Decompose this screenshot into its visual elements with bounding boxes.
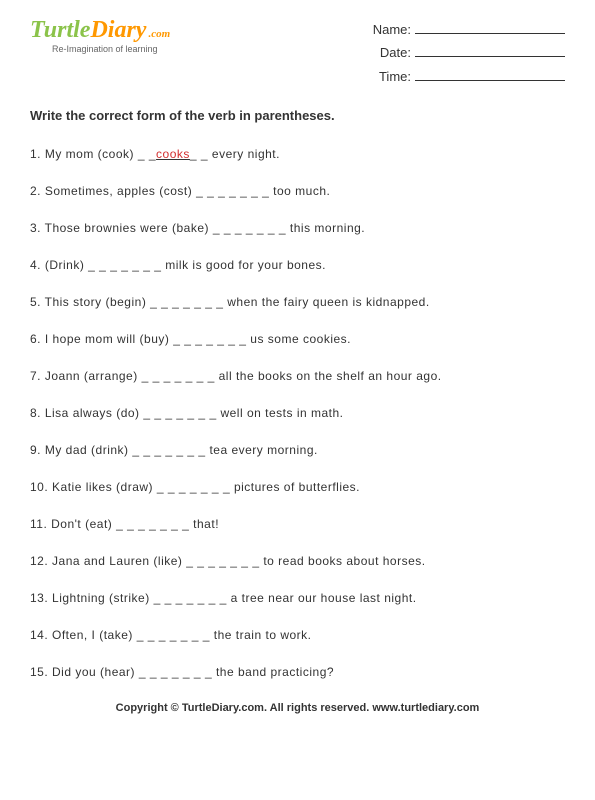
answer-blank[interactable]: _ _ _ _ _ _ _	[116, 517, 189, 531]
logo: TurtleDiary.com	[30, 18, 170, 42]
question-number: 6.	[30, 332, 45, 346]
question-text-before: Jana and Lauren (like)	[52, 554, 186, 568]
question-text-after: pictures of butterflies.	[230, 480, 360, 494]
question-item: 2. Sometimes, apples (cost) _ _ _ _ _ _ …	[30, 184, 565, 198]
name-label: Name:	[373, 22, 411, 37]
question-text-before: Those brownies were (bake)	[45, 221, 213, 235]
date-field: Date:	[373, 41, 565, 64]
question-text-after: every night.	[208, 147, 280, 161]
question-number: 15.	[30, 665, 52, 679]
question-text-before: Did you (hear)	[52, 665, 139, 679]
time-field: Time:	[373, 65, 565, 88]
answer-blank[interactable]: _ _ _ _ _ _ _	[154, 591, 227, 605]
answer-blank[interactable]: _ _ _ _ _ _ _	[143, 406, 216, 420]
question-number: 14.	[30, 628, 52, 642]
question-item: 5. This story (begin) _ _ _ _ _ _ _ when…	[30, 295, 565, 309]
question-number: 2.	[30, 184, 45, 198]
question-text-before: My mom (cook)	[45, 147, 138, 161]
question-number: 4.	[30, 258, 45, 272]
question-item: 6. I hope mom will (buy) _ _ _ _ _ _ _ u…	[30, 332, 565, 346]
logo-diary: Diary	[90, 17, 146, 43]
question-text-after: a tree near our house last night.	[227, 591, 417, 605]
time-blank[interactable]	[415, 80, 565, 81]
logo-turtle: Turtle	[30, 17, 90, 43]
question-text-before: Katie likes (draw)	[52, 480, 157, 494]
question-item: 12. Jana and Lauren (like) _ _ _ _ _ _ _…	[30, 554, 565, 568]
answer-blank[interactable]: _ _ _ _ _ _ _	[139, 665, 212, 679]
question-text-before: Often, I (take)	[52, 628, 137, 642]
date-blank[interactable]	[415, 56, 565, 57]
question-item: 3. Those brownies were (bake) _ _ _ _ _ …	[30, 221, 565, 235]
name-field: Name:	[373, 18, 565, 41]
question-text-after: well on tests in math.	[217, 406, 344, 420]
answer-blank[interactable]: _ _ _ _ _ _ _	[132, 443, 205, 457]
question-text-after: when the fairy queen is kidnapped.	[223, 295, 429, 309]
question-text-after: that!	[189, 517, 219, 531]
question-number: 12.	[30, 554, 52, 568]
name-blank[interactable]	[415, 33, 565, 34]
question-text-after: the train to work.	[210, 628, 312, 642]
question-text-before: Don't (eat)	[51, 517, 116, 531]
question-number: 1.	[30, 147, 45, 161]
answer-blank[interactable]: _ _ _ _ _ _ _	[186, 554, 259, 568]
question-item: 1. My mom (cook) _ _cooks_ _ every night…	[30, 147, 565, 161]
question-number: 11.	[30, 517, 51, 531]
answer-blank[interactable]: _ _ _ _ _ _ _	[88, 258, 161, 272]
question-item: 7. Joann (arrange) _ _ _ _ _ _ _ all the…	[30, 369, 565, 383]
questions-list: 1. My mom (cook) _ _cooks_ _ every night…	[30, 147, 565, 679]
question-text-before: Lightning (strike)	[52, 591, 154, 605]
question-text-after: tea every morning.	[206, 443, 318, 457]
blank-suffix: _ _	[190, 147, 208, 161]
question-text-after: us some cookies.	[246, 332, 351, 346]
info-fields: Name: Date: Time:	[373, 18, 565, 88]
question-text-after: all the books on the shelf an hour ago.	[215, 369, 442, 383]
question-item: 14. Often, I (take) _ _ _ _ _ _ _ the tr…	[30, 628, 565, 642]
answer-blank[interactable]: _ _ _ _ _ _ _	[213, 221, 286, 235]
question-item: 9. My dad (drink) _ _ _ _ _ _ _ tea ever…	[30, 443, 565, 457]
question-number: 10.	[30, 480, 52, 494]
worksheet-header: TurtleDiary.com Re-Imagination of learni…	[30, 18, 565, 88]
question-text-before: My dad (drink)	[45, 443, 133, 457]
blank-prefix: _ _	[138, 147, 156, 161]
question-text-after: too much.	[269, 184, 330, 198]
question-text-after: to read books about horses.	[260, 554, 426, 568]
question-number: 7.	[30, 369, 45, 383]
question-text-before: Sometimes, apples (cost)	[45, 184, 196, 198]
logo-area: TurtleDiary.com Re-Imagination of learni…	[30, 18, 170, 88]
question-text-before: This story (begin)	[45, 295, 151, 309]
answer-blank[interactable]: _ _ _ _ _ _ _	[173, 332, 246, 346]
question-item: 8. Lisa always (do) _ _ _ _ _ _ _ well o…	[30, 406, 565, 420]
question-item: 11. Don't (eat) _ _ _ _ _ _ _ that!	[30, 517, 565, 531]
answer-blank[interactable]: _ _ _ _ _ _ _	[142, 369, 215, 383]
question-text-before: Joann (arrange)	[45, 369, 142, 383]
question-text-after: this morning.	[286, 221, 365, 235]
logo-dotcom: .com	[148, 28, 170, 40]
answer-blank[interactable]: _ _ _ _ _ _ _	[150, 295, 223, 309]
example-answer: cooks	[156, 147, 190, 161]
time-label: Time:	[379, 69, 411, 84]
question-number: 9.	[30, 443, 45, 457]
question-number: 5.	[30, 295, 45, 309]
answer-blank[interactable]: _ _ _ _ _ _ _	[157, 480, 230, 494]
question-number: 3.	[30, 221, 45, 235]
question-item: 4. (Drink) _ _ _ _ _ _ _ milk is good fo…	[30, 258, 565, 272]
question-text-before: Lisa always (do)	[45, 406, 144, 420]
answer-blank[interactable]: _ _ _ _ _ _ _	[137, 628, 210, 642]
question-item: 13. Lightning (strike) _ _ _ _ _ _ _ a t…	[30, 591, 565, 605]
question-text-after: milk is good for your bones.	[161, 258, 326, 272]
question-text-before: I hope mom will (buy)	[45, 332, 173, 346]
date-label: Date:	[380, 45, 411, 60]
footer-copyright: Copyright © TurtleDiary.com. All rights …	[30, 702, 565, 714]
logo-tagline: Re-Imagination of learning	[52, 44, 170, 54]
instructions: Write the correct form of the verb in pa…	[30, 108, 565, 123]
question-text-before: (Drink)	[45, 258, 88, 272]
answer-blank[interactable]: _ _ _ _ _ _ _	[196, 184, 269, 198]
question-item: 15. Did you (hear) _ _ _ _ _ _ _ the ban…	[30, 665, 565, 679]
question-item: 10. Katie likes (draw) _ _ _ _ _ _ _ pic…	[30, 480, 565, 494]
question-number: 13.	[30, 591, 52, 605]
question-number: 8.	[30, 406, 45, 420]
question-text-after: the band practicing?	[212, 665, 334, 679]
